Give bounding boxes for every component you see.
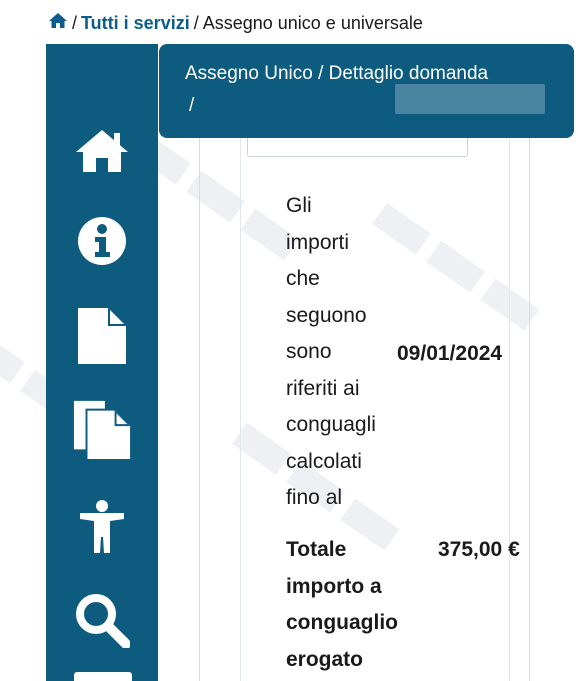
- label-line: fino al: [286, 486, 343, 509]
- info-icon[interactable]: [72, 216, 132, 266]
- label-line: importi: [286, 230, 350, 254]
- total-amount-value: 375,00 €: [438, 538, 520, 561]
- column-divider: [240, 138, 241, 681]
- redacted-field: [395, 84, 545, 114]
- copy-documents-icon[interactable]: [72, 396, 132, 462]
- label-line: Totale: [286, 538, 347, 561]
- breadcrumb-separator: /: [72, 12, 78, 33]
- breadcrumb: / Tutti i servizi / Assegno unico e univ…: [48, 10, 423, 36]
- breadcrumb-separator: /: [193, 12, 199, 33]
- reference-date-value: 09/01/2024: [397, 342, 503, 365]
- breadcrumb-services-link[interactable]: Tutti i servizi: [81, 13, 190, 34]
- page-title-continuation: /: [189, 95, 195, 116]
- home-breadcrumb-icon[interactable]: [48, 12, 68, 34]
- label-line: erogato: [286, 647, 364, 671]
- accessibility-icon[interactable]: [72, 499, 132, 555]
- detail-row-label: Totale importo a conguaglio erogato: [286, 532, 398, 678]
- label-line: Gli: [286, 194, 312, 217]
- search-icon[interactable]: [72, 592, 132, 648]
- label-line: seguono: [286, 303, 367, 327]
- sidebar: [46, 44, 158, 681]
- page-header: Assegno Unico / Dettaglio domanda /: [159, 44, 574, 138]
- breadcrumb-current: Assegno unico e universale: [202, 12, 423, 33]
- label-line: conguagli: [286, 413, 376, 436]
- column-divider: [509, 138, 510, 681]
- label-line: calcolati: [286, 449, 362, 473]
- label-line: riferiti ai: [286, 376, 360, 400]
- label-line: importo a: [286, 574, 382, 598]
- label-line: sono: [286, 340, 332, 363]
- next-icon-partial[interactable]: [74, 672, 132, 681]
- label-line: conguaglio: [286, 611, 398, 634]
- detail-row-label: Gli importi che seguono sono riferiti ai…: [286, 188, 396, 517]
- document-icon[interactable]: [72, 306, 132, 366]
- home-icon[interactable]: [72, 128, 132, 174]
- label-line: che: [286, 267, 320, 290]
